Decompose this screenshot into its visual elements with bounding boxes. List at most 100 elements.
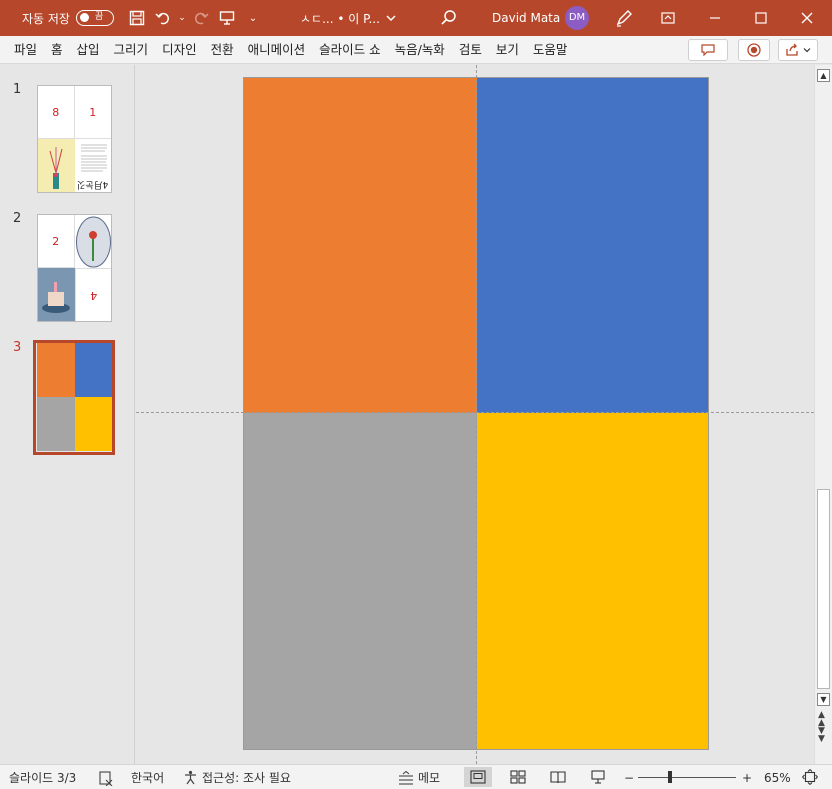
tab-draw[interactable]: 그리기: [107, 36, 156, 64]
accessibility-checker[interactable]: 접근성: 조사 필요: [183, 765, 291, 789]
title-bar: 자동 저장 끔 ⌄ ⌄ ㅅㄷ... • 이 P... David Mata DM: [0, 0, 832, 36]
slide-editor[interactable]: [136, 65, 814, 764]
gray-rectangle[interactable]: [244, 413, 477, 749]
slide-thumbnail-3[interactable]: [37, 343, 112, 451]
pen-icon[interactable]: [614, 8, 634, 28]
rose-oval-picture: [75, 216, 111, 268]
tab-home[interactable]: 홈: [44, 36, 70, 64]
tab-animations[interactable]: 애니메이션: [241, 36, 313, 64]
slide-sorter-icon[interactable]: [504, 767, 532, 787]
thumb1-cell-tl: 8: [38, 86, 75, 139]
chevron-down-icon: [803, 48, 811, 53]
tab-design[interactable]: 디자인: [155, 36, 204, 64]
document-title-text: ㅅㄷ... • 이 P...: [300, 11, 380, 26]
autosave-label: 자동 저장: [22, 11, 70, 26]
tab-help[interactable]: 도움말: [526, 36, 575, 64]
share-icon: [786, 43, 798, 56]
slide-thumbnail-2[interactable]: 2 4: [37, 214, 112, 322]
customize-qat-icon[interactable]: ⌄: [240, 0, 266, 36]
thumb2-cell-tl: 2: [38, 215, 75, 268]
reading-view-icon[interactable]: [544, 767, 572, 787]
accessibility-label: 접근성: 조사 필요: [202, 770, 291, 785]
thumb2-cake-image: [38, 268, 75, 321]
slide-thumbnail-1[interactable]: 8 1 4月눈깃: [37, 85, 112, 193]
accessibility-icon: [185, 770, 196, 785]
slideshow-view-icon[interactable]: [584, 767, 612, 787]
thumb1-flower-image: [38, 139, 75, 192]
zoom-slider-knob[interactable]: [668, 771, 672, 783]
document-title[interactable]: ㅅㄷ... • 이 P...: [300, 0, 396, 36]
thumb3-blue-quadrant: [74, 343, 112, 397]
previous-slide-icon[interactable]: ▲ ▲: [818, 711, 825, 728]
normal-view-icon[interactable]: [464, 767, 492, 787]
thumb2-cell-br: 4: [74, 268, 111, 321]
save-icon[interactable]: [124, 0, 150, 36]
flower-vase-picture: [49, 147, 63, 189]
gold-rectangle[interactable]: [477, 413, 708, 749]
vertical-scrollbar[interactable]: ▲ ▼ ▲ ▲ ▼ ▼: [814, 65, 832, 764]
tab-slideshow[interactable]: 슬라이드 쇼: [312, 36, 387, 64]
record-button[interactable]: [738, 39, 770, 61]
zoom-out-button[interactable]: −: [624, 765, 634, 789]
thumb1-upside-text: 4月눈깃: [76, 179, 108, 189]
thumb1-number-tr: 1: [89, 106, 97, 119]
autosave-toggle[interactable]: 끔: [75, 10, 114, 26]
ribbon-tabs: 파일 홈 삽입 그리기 디자인 전환 애니메이션 슬라이드 쇼 녹음/녹화 검토…: [0, 36, 832, 64]
fit-to-window-icon[interactable]: [796, 767, 824, 787]
zoom-slider-track[interactable]: [638, 777, 736, 778]
notes-icon: [399, 770, 413, 785]
next-slide-icon[interactable]: ▼ ▼: [818, 727, 825, 744]
present-icon[interactable]: [214, 0, 240, 36]
tab-record[interactable]: 녹음/녹화: [388, 36, 452, 64]
undo-dropdown-icon[interactable]: ⌄: [176, 0, 188, 36]
search-icon[interactable]: [440, 9, 458, 27]
thumb3-orange-quadrant: [37, 343, 75, 397]
redo-icon[interactable]: [188, 0, 214, 36]
slide-thumbnail-pane: 1 8 1 4月눈깃 2 2 4 3: [0, 65, 135, 764]
ribbon-display-icon[interactable]: [645, 0, 691, 36]
slide-counter: 슬라이드 3/3: [9, 770, 77, 785]
tab-file[interactable]: 파일: [7, 36, 44, 64]
title-dropdown-icon: [386, 15, 396, 22]
notes-label: 메모: [418, 770, 441, 785]
maximize-icon[interactable]: [738, 0, 784, 36]
blue-rectangle[interactable]: [477, 78, 708, 413]
minimize-icon[interactable]: [692, 0, 738, 36]
zoom-level[interactable]: 65%: [764, 765, 791, 789]
avatar[interactable]: DM: [565, 6, 589, 30]
notes-button[interactable]: 메모: [398, 765, 440, 789]
comment-icon: [701, 44, 715, 56]
tab-insert[interactable]: 삽입: [70, 36, 107, 64]
user-name[interactable]: David Mata: [492, 0, 560, 36]
undo-icon[interactable]: [150, 0, 176, 36]
cake-picture: [38, 268, 75, 321]
thumb1-number-tl: 8: [52, 106, 60, 119]
scroll-down-icon[interactable]: ▼: [817, 693, 830, 706]
zoom-in-button[interactable]: +: [742, 765, 752, 789]
tab-transitions[interactable]: 전환: [204, 36, 241, 64]
thumb2-number-tl: 2: [52, 235, 60, 248]
orange-rectangle[interactable]: [244, 78, 477, 413]
autosave-state: 끔: [94, 12, 104, 22]
tab-view[interactable]: 보기: [489, 36, 526, 64]
thumb2-oval-image: [75, 215, 112, 268]
toggle-knob: [79, 13, 89, 22]
close-icon[interactable]: [784, 0, 830, 36]
thumb1-text-block: 4月눈깃: [75, 139, 112, 192]
status-bar: 슬라이드 3/3 한국어 접근성: 조사 필요 메모 − + 65%: [0, 764, 832, 789]
share-button[interactable]: [778, 39, 818, 61]
language-indicator[interactable]: 한국어: [131, 765, 164, 789]
horizontal-guide[interactable]: [136, 412, 814, 413]
spellcheck-icon[interactable]: [98, 765, 114, 789]
thumb1-cell-tr: 1: [74, 86, 111, 139]
tab-review[interactable]: 검토: [452, 36, 489, 64]
thumbnail-number-2: 2: [13, 211, 22, 226]
scrollbar-thumb[interactable]: [817, 489, 830, 689]
thumb3-gray-quadrant: [37, 397, 75, 451]
thumb2-number-br: 4: [89, 289, 97, 302]
scroll-up-icon[interactable]: ▲: [817, 69, 830, 82]
vertical-guide[interactable]: [476, 65, 477, 764]
thumbnail-number-3: 3: [13, 340, 22, 355]
comments-button[interactable]: [688, 39, 728, 61]
thumbnail-number-1: 1: [13, 82, 22, 97]
